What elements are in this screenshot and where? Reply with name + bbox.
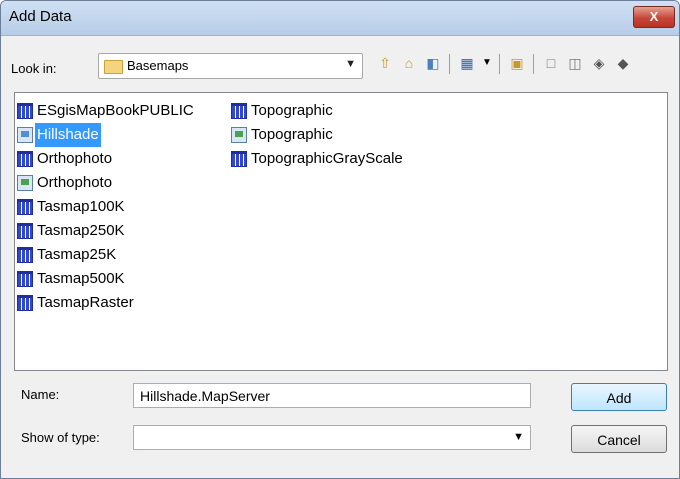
list-item[interactable]: Orthophoto — [17, 171, 229, 195]
list-item-label: Tasmap25K — [37, 246, 117, 263]
list-item-label: Orthophoto — [37, 150, 113, 167]
raster-layer-icon — [17, 199, 33, 215]
connect-icon[interactable]: ◧ — [425, 55, 441, 71]
list-item-label: Tasmap500K — [37, 270, 125, 287]
raster-layer-icon — [231, 151, 247, 167]
show-of-type-dropdown[interactable]: ▼ — [133, 425, 531, 450]
cancel-button[interactable]: Cancel — [571, 425, 667, 453]
list-item[interactable]: Tasmap100K — [17, 195, 229, 219]
list-item[interactable]: TopographicGrayScale — [231, 147, 451, 171]
list-item-label: Topographic — [251, 126, 333, 143]
list-item-label: Tasmap250K — [37, 222, 125, 239]
map-service-icon — [17, 175, 33, 191]
list-item[interactable]: Topographic — [231, 99, 451, 123]
toolbar-separator — [533, 54, 534, 74]
toolbar-b-icon[interactable]: ◫ — [567, 55, 583, 71]
toolbar-c-icon[interactable]: ◈ — [591, 55, 607, 71]
file-list[interactable]: ESgisMapBookPUBLIC Hillshade Orthophoto Ort… — [14, 92, 668, 371]
raster-layer-icon — [17, 151, 33, 167]
list-item[interactable]: Tasmap500K — [17, 267, 229, 291]
toolbar-d-icon[interactable]: ◆ — [615, 55, 631, 71]
name-field[interactable]: Hillshade.MapServer — [133, 383, 531, 408]
list-item-label: Orthophoto — [37, 174, 113, 191]
add-data-dialog: Add Data X Look in: Basemaps ▼ ⇧ ⌂ ◧ ▦ ▼… — [0, 0, 680, 479]
raster-layer-icon — [17, 295, 33, 311]
list-item[interactable]: Tasmap250K — [17, 219, 229, 243]
file-list-column: ESgisMapBookPUBLIC Hillshade Orthophoto Ort… — [17, 99, 229, 315]
list-item[interactable]: Tasmap25K — [17, 243, 229, 267]
name-label: Name: — [21, 387, 60, 402]
map-service-icon — [231, 127, 247, 143]
list-item-label: Tasmap100K — [37, 198, 125, 215]
title-bar[interactable]: Add Data X — [1, 1, 679, 36]
view-menu-icon[interactable]: ▦ — [459, 55, 475, 71]
window-title: Add Data — [9, 8, 72, 25]
folder-icon — [104, 60, 123, 74]
list-item-label: ESgisMapBookPUBLIC — [37, 102, 194, 119]
toolbar-separator — [499, 54, 500, 74]
list-item-label: Hillshade — [35, 123, 101, 147]
raster-layer-icon — [17, 247, 33, 263]
add-button[interactable]: Add — [571, 383, 667, 411]
list-item[interactable]: Orthophoto — [17, 147, 229, 171]
up-folder-icon[interactable]: ⇧ — [377, 55, 393, 71]
file-list-column: Topographic Topographic TopographicGraySca… — [231, 99, 451, 171]
look-in-label: Look in: — [11, 61, 57, 76]
raster-layer-icon — [17, 103, 33, 119]
chevron-down-icon: ▼ — [345, 58, 356, 70]
home-icon[interactable]: ⌂ — [401, 55, 417, 71]
toolbar: Look in: Basemaps ▼ ⇧ ⌂ ◧ ▦ ▼ ▣ □ ◫ ◈ ◆ — [1, 36, 679, 96]
list-item[interactable]: Topographic — [231, 123, 451, 147]
list-item-label: Topographic — [251, 102, 333, 119]
toolbar-a-icon[interactable]: □ — [543, 55, 559, 71]
list-item-label: TasmapRaster — [37, 294, 134, 311]
look-in-value: Basemaps — [127, 58, 189, 73]
close-button[interactable]: X — [633, 6, 675, 28]
new-folder-icon[interactable]: ▣ — [509, 55, 525, 71]
look-in-dropdown[interactable]: Basemaps ▼ — [98, 53, 363, 79]
list-item[interactable]: TasmapRaster — [17, 291, 229, 315]
list-item[interactable]: Hillshade — [17, 123, 229, 147]
raster-layer-icon — [231, 103, 247, 119]
raster-layer-icon — [17, 223, 33, 239]
list-item[interactable]: ESgisMapBookPUBLIC — [17, 99, 229, 123]
chevron-down-icon: ▼ — [513, 431, 524, 443]
list-item-label: TopographicGrayScale — [251, 150, 403, 167]
view-dropdown-icon[interactable]: ▼ — [479, 55, 495, 71]
map-service-icon — [17, 127, 33, 143]
show-of-type-label: Show of type: — [21, 430, 100, 445]
raster-layer-icon — [17, 271, 33, 287]
toolbar-separator — [449, 54, 450, 74]
